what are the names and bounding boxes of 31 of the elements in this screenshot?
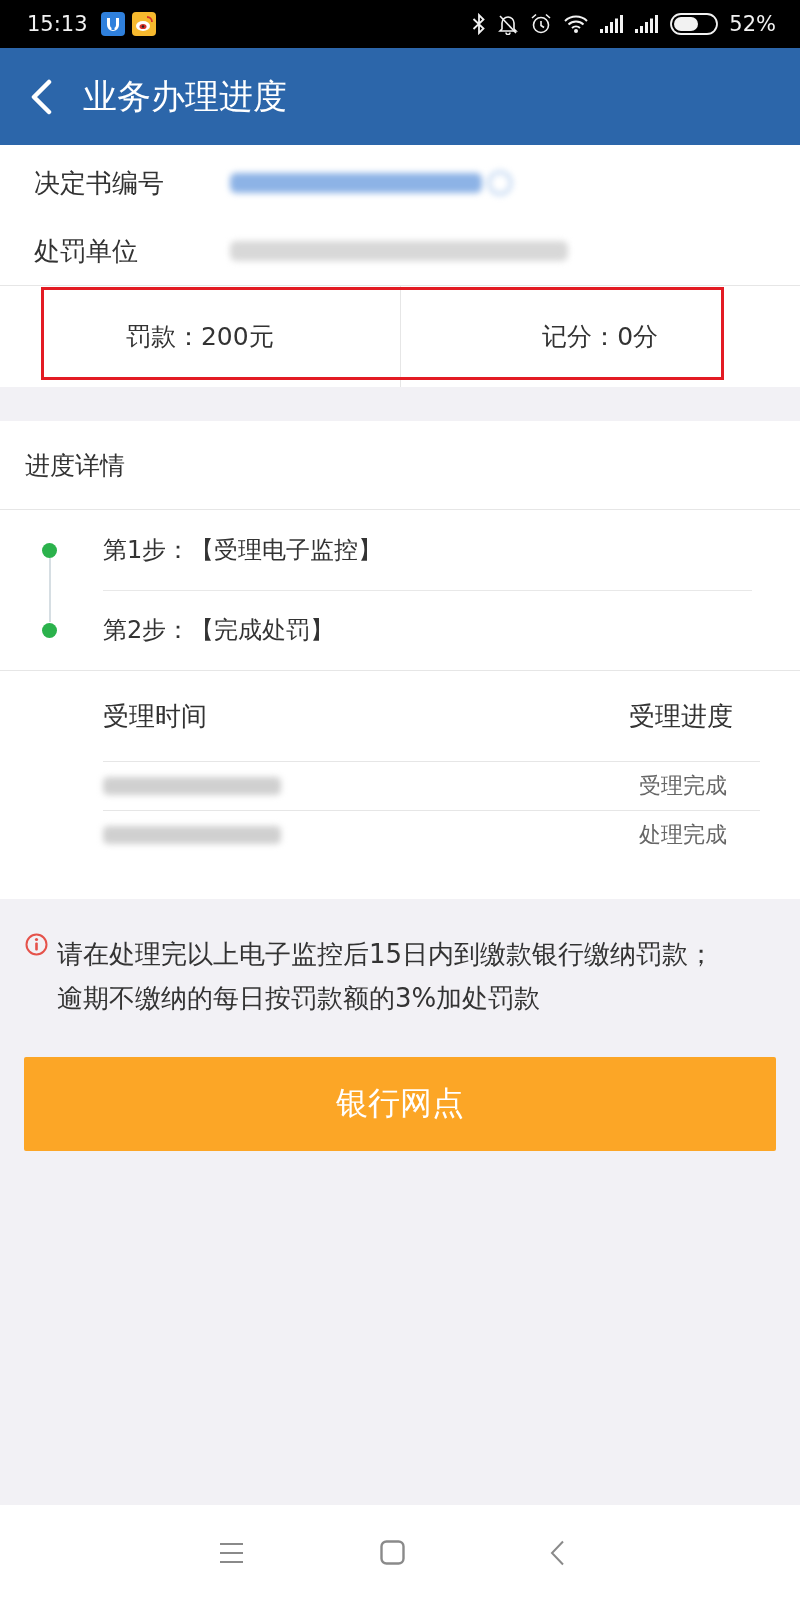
signal-icon [635,15,660,33]
page-title: 业务办理进度 [83,74,287,118]
bell-off-icon [497,13,520,35]
eye-app-icon [131,12,156,36]
app-icon [100,12,125,36]
column-header: 受理时间 [103,699,207,733]
bluetooth-icon [472,13,487,35]
wifi-icon [563,14,590,34]
back-icon[interactable] [29,78,53,115]
status-cell-text: 受理完成 [639,772,727,800]
status-cell-text: 处理完成 [639,821,727,849]
signal-icon [600,15,625,33]
notice-text: 请在处理完以上电子监控后15日内到缴款银行缴纳罚款；逾期不缴纳的每日按罚款额的3%加处罚款 [57,938,716,1015]
timeline-line [49,558,51,622]
step-text: 第1步：【受理电子监控】 [103,534,383,566]
field-label: 决定书编号 [33,166,165,200]
summary-value: 记分：0分 [542,321,659,353]
bank-branches-button[interactable]: 银行网点 [24,1057,776,1151]
info-icon [25,933,48,956]
battery-icon [670,13,719,35]
field-label: 处罚单位 [33,234,139,268]
step-text: 第2步：【完成处罚】 [103,615,335,646]
status-time: 15:13 [27,12,88,36]
menu-icon[interactable] [220,1541,243,1564]
summary-value: 罚款：200元 [125,321,274,353]
home-icon[interactable] [380,1540,405,1565]
section-title: 进度详情 [25,449,125,482]
column-header: 受理进度 [629,699,733,733]
battery-percent: 52% [729,12,776,36]
back-icon[interactable] [550,1539,565,1566]
alarm-clock-icon [530,13,553,35]
